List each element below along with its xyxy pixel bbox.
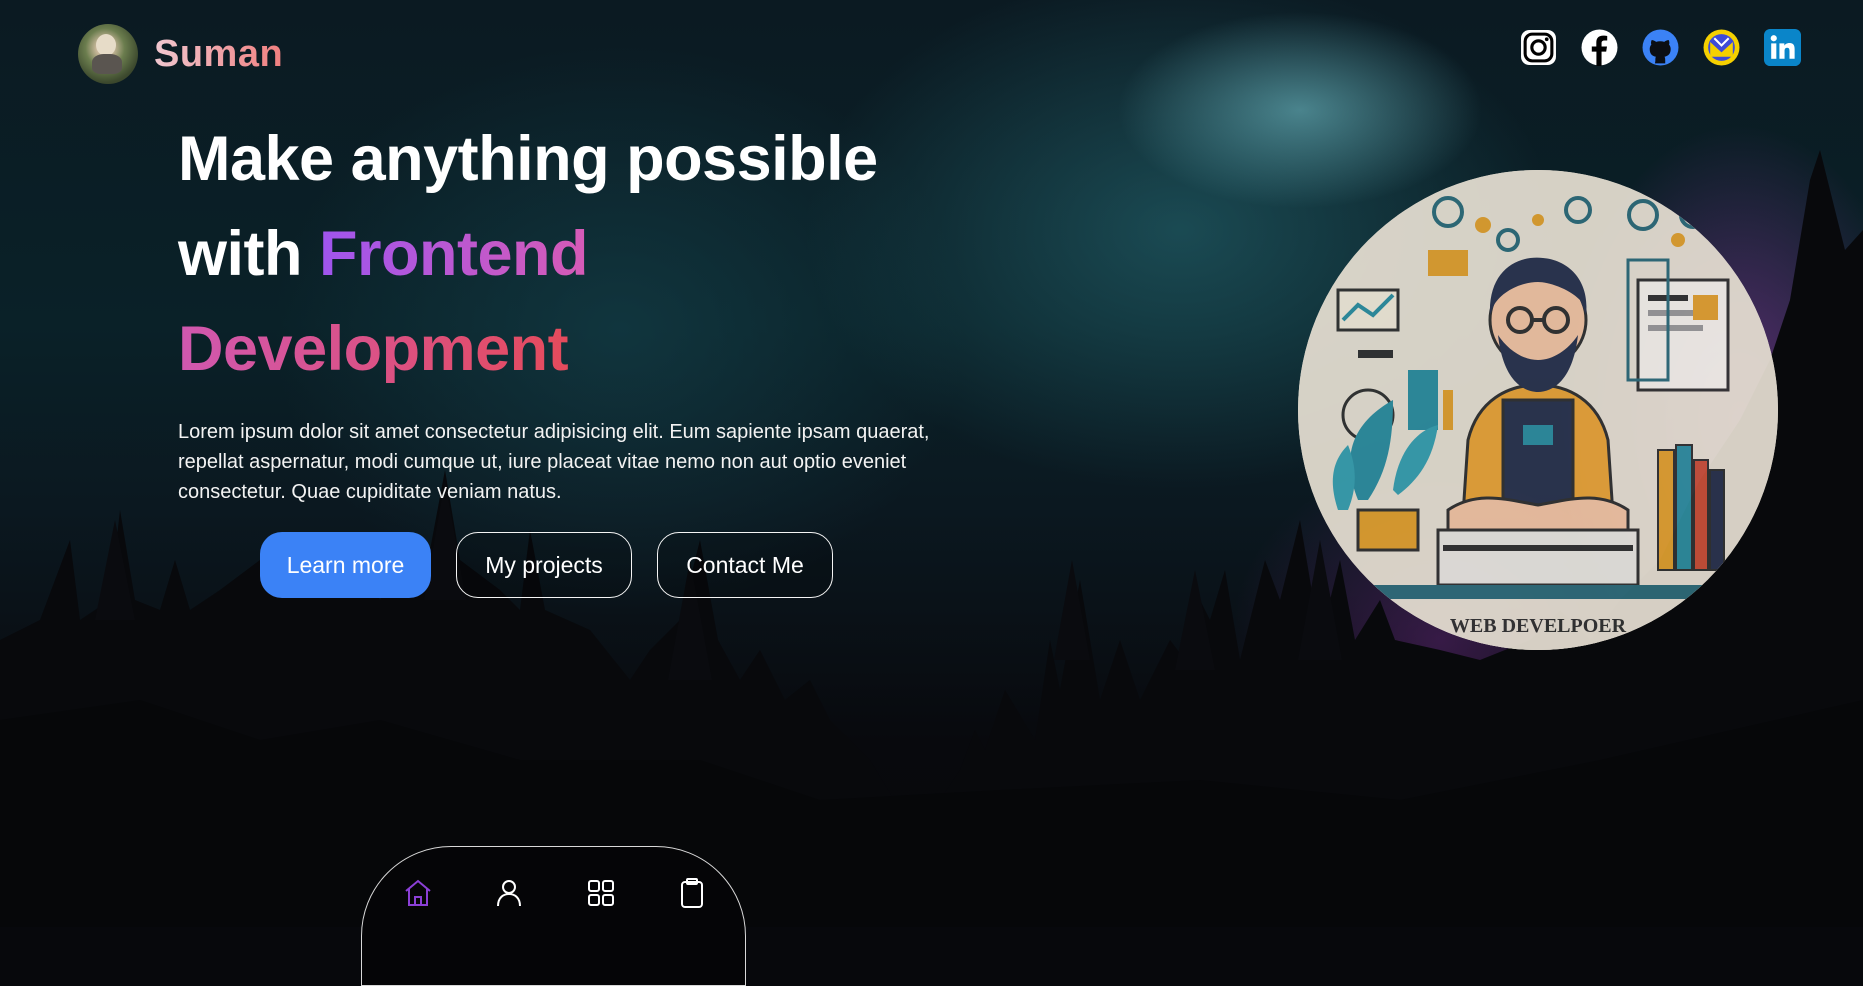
hero-title-highlight-frontend: Frontend (319, 219, 588, 289)
contact-me-button[interactable]: Contact Me (657, 532, 833, 598)
brand-name: Suman (154, 32, 284, 75)
facebook-icon[interactable] (1581, 29, 1618, 66)
brand[interactable]: Suman (78, 24, 283, 84)
avatar (78, 24, 138, 84)
home-icon[interactable] (402, 877, 434, 909)
web-developer-illustration: WEB DEVELPOER (1298, 170, 1778, 650)
instagram-icon[interactable] (1520, 29, 1557, 66)
hero-title: Make anything possible with Frontend Dev… (178, 112, 978, 397)
grid-icon[interactable] (585, 877, 617, 909)
social-links (1520, 29, 1801, 66)
mail-icon[interactable] (1703, 29, 1740, 66)
illustration-caption: WEB DEVELPOER (1450, 615, 1627, 637)
clipboard-icon[interactable] (676, 877, 708, 909)
my-projects-button[interactable]: My projects (456, 532, 632, 598)
user-icon[interactable] (493, 877, 525, 909)
hero-description: Lorem ipsum dolor sit amet consectetur a… (178, 421, 930, 503)
linkedin-icon[interactable] (1764, 29, 1801, 66)
hero-title-line1: Make anything possible (178, 124, 878, 194)
bottom-navigation (361, 846, 746, 986)
hero-title-highlight-development: Development (178, 314, 569, 384)
learn-more-button[interactable]: Learn more (260, 532, 431, 598)
hero-title-with: with (178, 219, 302, 289)
github-icon[interactable] (1642, 29, 1679, 66)
